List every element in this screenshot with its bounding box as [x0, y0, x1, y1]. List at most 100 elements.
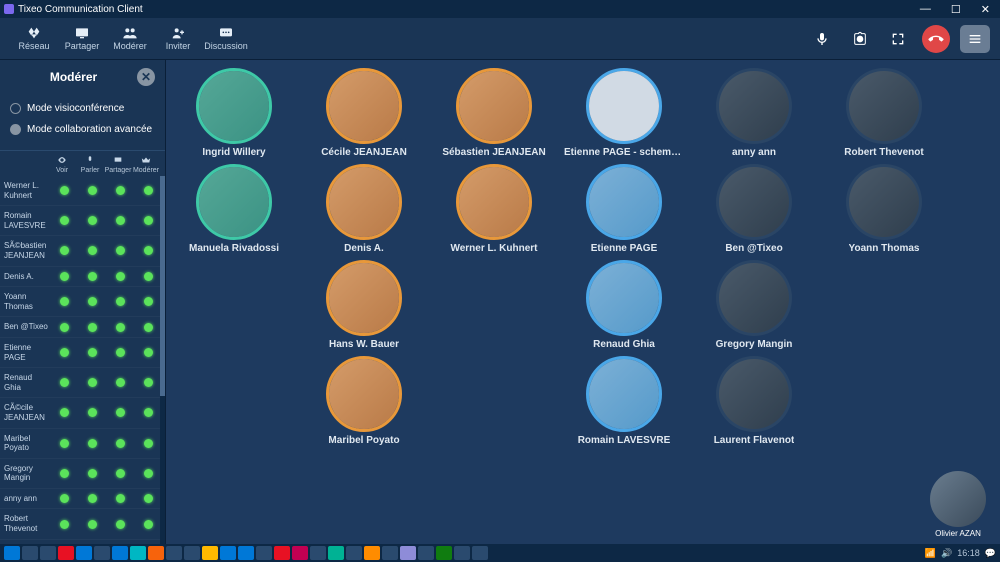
permission-toggle[interactable] [88, 246, 97, 255]
permission-toggle[interactable] [88, 348, 97, 357]
mode-option-0[interactable]: Mode visioconférence [10, 98, 155, 119]
video-tile[interactable]: Hans W. Bauer [304, 258, 424, 352]
participant-row[interactable]: Gregory Mangin [0, 459, 165, 489]
taskbar-app-14[interactable] [256, 546, 272, 560]
permission-toggle[interactable] [60, 494, 69, 503]
permission-toggle[interactable] [116, 520, 125, 529]
clock[interactable]: 16:18 [957, 548, 980, 558]
permission-toggle[interactable] [116, 408, 125, 417]
taskbar-app-24[interactable] [436, 546, 452, 560]
tray-network-icon[interactable]: 📶 [925, 548, 936, 559]
taskbar-app-4[interactable] [76, 546, 92, 560]
menu-button[interactable] [960, 25, 990, 53]
taskbar-app-3[interactable] [58, 546, 74, 560]
taskbar-app-12[interactable] [220, 546, 236, 560]
taskbar-app-25[interactable] [454, 546, 470, 560]
taskbar-app-13[interactable] [238, 546, 254, 560]
tray-sound-icon[interactable]: 🔊 [941, 548, 952, 559]
maximize-button[interactable]: ☐ [945, 3, 967, 16]
permission-toggle[interactable] [144, 439, 153, 448]
permission-toggle[interactable] [88, 408, 97, 417]
permission-toggle[interactable] [144, 323, 153, 332]
video-tile[interactable]: Etienne PAGE - schema... [564, 66, 684, 160]
toolbar-réseau[interactable]: Réseau [10, 19, 58, 59]
permission-toggle[interactable] [116, 439, 125, 448]
permission-toggle[interactable] [60, 216, 69, 225]
video-tile[interactable]: anny ann [694, 66, 814, 160]
participant-row[interactable]: SÃ©bastien JEANJEAN [0, 236, 165, 266]
permission-toggle[interactable] [116, 272, 125, 281]
video-tile[interactable]: Yoann Thomas [824, 162, 944, 256]
video-tile[interactable]: Romain LAVESVRE [564, 354, 684, 448]
minimize-button[interactable]: — [914, 3, 937, 16]
permission-toggle[interactable] [60, 378, 69, 387]
taskbar-app-2[interactable] [40, 546, 56, 560]
video-tile[interactable]: Ben @Tixeo [694, 162, 814, 256]
permission-toggle[interactable] [116, 323, 125, 332]
video-tile[interactable]: Renaud Ghia [564, 258, 684, 352]
taskbar-app-7[interactable] [130, 546, 146, 560]
video-tile[interactable]: Gregory Mangin [694, 258, 814, 352]
participant-row[interactable]: Romain LAVESVRE [0, 206, 165, 236]
mode-option-1[interactable]: Mode collaboration avancée [10, 119, 155, 140]
taskbar-app-18[interactable] [328, 546, 344, 560]
notification-icon[interactable]: 💬 [985, 548, 996, 559]
taskbar-app-5[interactable] [94, 546, 110, 560]
taskbar-app-1[interactable] [22, 546, 38, 560]
permission-toggle[interactable] [88, 378, 97, 387]
permission-toggle[interactable] [116, 494, 125, 503]
camera-button[interactable] [846, 25, 874, 53]
microphone-button[interactable] [808, 25, 836, 53]
taskbar-app-22[interactable] [400, 546, 416, 560]
close-button[interactable]: ✕ [975, 3, 996, 16]
taskbar-app-9[interactable] [166, 546, 182, 560]
permission-toggle[interactable] [60, 520, 69, 529]
participant-row[interactable]: Yoann Thomas [0, 287, 165, 317]
participant-row[interactable]: Robert Thevenot [0, 509, 165, 539]
permission-toggle[interactable] [88, 520, 97, 529]
video-tile[interactable]: Sébastien JEANJEAN [434, 66, 554, 160]
permission-toggle[interactable] [60, 323, 69, 332]
taskbar-app-0[interactable] [4, 546, 20, 560]
permission-toggle[interactable] [88, 323, 97, 332]
permission-toggle[interactable] [88, 272, 97, 281]
permission-toggle[interactable] [144, 520, 153, 529]
permission-toggle[interactable] [88, 494, 97, 503]
participant-row[interactable]: Ben @Tixeo [0, 317, 165, 338]
permission-toggle[interactable] [144, 297, 153, 306]
participant-row[interactable]: Denis A. [0, 267, 165, 288]
permission-toggle[interactable] [144, 216, 153, 225]
permission-toggle[interactable] [116, 216, 125, 225]
permission-toggle[interactable] [88, 469, 97, 478]
permission-toggle[interactable] [88, 297, 97, 306]
permission-toggle[interactable] [60, 348, 69, 357]
self-view[interactable]: Olivier AZAN [930, 471, 986, 538]
permission-toggle[interactable] [144, 494, 153, 503]
taskbar-app-15[interactable] [274, 546, 290, 560]
video-tile[interactable]: Ingrid Willery [174, 66, 294, 160]
video-tile[interactable]: Etienne PAGE [564, 162, 684, 256]
video-tile[interactable]: Werner L. Kuhnert [434, 162, 554, 256]
taskbar-app-20[interactable] [364, 546, 380, 560]
permission-toggle[interactable] [116, 378, 125, 387]
participant-row[interactable]: CÃ©cile JEANJEAN [0, 398, 165, 428]
permission-toggle[interactable] [116, 469, 125, 478]
permission-toggle[interactable] [88, 186, 97, 195]
participant-row[interactable]: Werner L. Kuhnert [0, 176, 165, 206]
permission-toggle[interactable] [116, 246, 125, 255]
permission-toggle[interactable] [144, 186, 153, 195]
video-tile[interactable]: Manuela Rivadossi [174, 162, 294, 256]
permission-toggle[interactable] [144, 378, 153, 387]
permission-toggle[interactable] [88, 216, 97, 225]
video-tile[interactable]: Denis A. [304, 162, 424, 256]
permission-toggle[interactable] [60, 439, 69, 448]
permission-toggle[interactable] [116, 348, 125, 357]
permission-toggle[interactable] [144, 348, 153, 357]
video-tile[interactable]: Robert Thevenot [824, 66, 944, 160]
permission-toggle[interactable] [60, 272, 69, 281]
toolbar-partager[interactable]: Partager [58, 19, 106, 59]
participant-row[interactable]: Maribel Poyato [0, 429, 165, 459]
taskbar-app-11[interactable] [202, 546, 218, 560]
participant-row[interactable]: Etienne PAGE [0, 338, 165, 368]
taskbar-app-17[interactable] [310, 546, 326, 560]
